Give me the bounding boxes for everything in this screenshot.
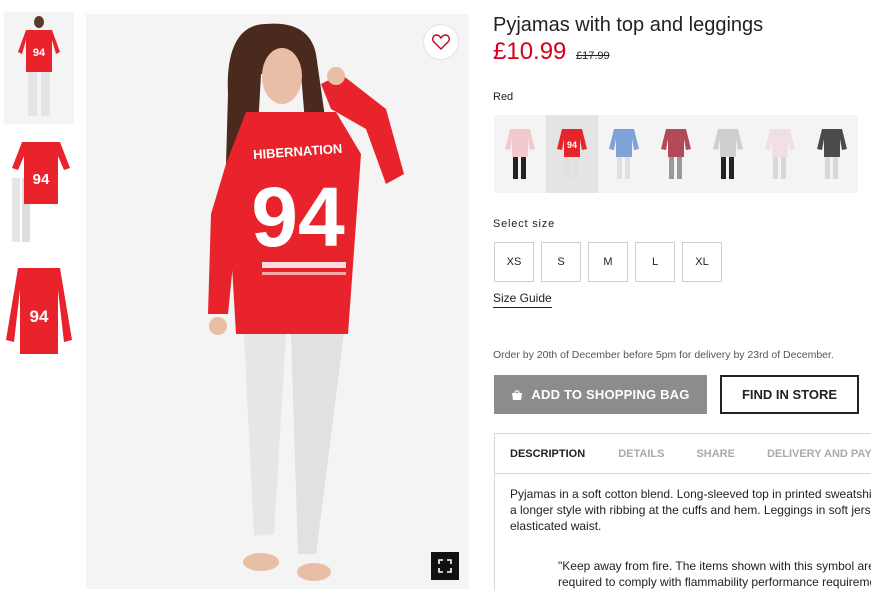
thumbnail-top-only[interactable]: 94 xyxy=(4,264,74,360)
thumb-3-print-number: 94 xyxy=(30,307,49,326)
model-photo: HIBERNATION 94 xyxy=(208,23,404,581)
description-line: elasticated waist. xyxy=(510,519,602,533)
tab-delivery-and-payment[interactable]: DELIVERY AND PAYMENT xyxy=(767,448,871,460)
thumbnail-model-front[interactable]: 94 xyxy=(4,12,74,124)
warning-line: required to comply with flammability per… xyxy=(558,575,871,589)
flammability-warning: "Keep away from fire. The items shown wi… xyxy=(558,558,871,590)
swatch-dark-grey[interactable] xyxy=(806,115,858,193)
description-line: a longer style with ribbing at the cuffs… xyxy=(510,503,871,517)
size-option-xl[interactable]: XL xyxy=(682,242,722,282)
swatch-grey-pattern[interactable] xyxy=(702,115,754,193)
find-in-store-button[interactable]: FIND IN STORE xyxy=(720,375,859,414)
description-line: Pyjamas in a soft cotton blend. Long-sle… xyxy=(510,487,871,501)
original-price: £17.99 xyxy=(576,50,610,62)
product-title: Pyjamas with top and leggings xyxy=(493,14,764,36)
size-option-xs[interactable]: XS xyxy=(494,242,534,282)
swatch-burgundy[interactable] xyxy=(650,115,702,193)
shopping-bag-icon xyxy=(512,389,523,400)
swatch-blue[interactable] xyxy=(598,115,650,193)
swatch-red-print-number: 94 xyxy=(567,140,577,150)
size-option-s[interactable]: S xyxy=(541,242,581,282)
size-option-m[interactable]: M xyxy=(588,242,628,282)
add-to-favourites-button[interactable] xyxy=(423,24,459,60)
product-details: Pyjamas with top and leggings £10.99 £17… xyxy=(493,0,871,591)
tab-share[interactable]: SHARE xyxy=(696,448,735,460)
product-info-tabs: DESCRIPTION DETAILS SHARE DELIVERY AND P… xyxy=(494,433,871,591)
color-swatch-list: 94 xyxy=(494,115,858,193)
tab-description[interactable]: DESCRIPTION xyxy=(510,448,585,460)
selected-color-label: Red xyxy=(493,91,514,103)
add-to-bag-label: ADD TO SHOPPING BAG xyxy=(531,387,690,402)
thumbnail-flat-lay[interactable]: 94 xyxy=(4,138,74,248)
main-product-image[interactable]: HIBERNATION 94 xyxy=(86,14,469,589)
product-description: Pyjamas in a soft cotton blend. Long-sle… xyxy=(510,486,871,534)
tab-details[interactable]: DETAILS xyxy=(618,448,664,460)
add-to-bag-button[interactable]: ADD TO SHOPPING BAG xyxy=(494,375,707,414)
current-price: £10.99 xyxy=(493,38,567,65)
size-option-l[interactable]: L xyxy=(635,242,675,282)
swatch-light-pink[interactable] xyxy=(494,115,546,193)
delivery-note: Order by 20th of December before 5pm for… xyxy=(493,349,834,361)
fullscreen-icon xyxy=(438,559,452,573)
size-guide-link[interactable]: Size Guide xyxy=(493,291,552,308)
swatch-red[interactable]: 94 xyxy=(546,115,598,193)
thumb-2-print-number: 94 xyxy=(33,171,50,188)
warning-line: "Keep away from fire. The items shown wi… xyxy=(558,559,871,573)
heart-icon xyxy=(432,34,450,50)
size-options: XS S M L XL xyxy=(494,242,722,282)
tab-bar: DESCRIPTION DETAILS SHARE DELIVERY AND P… xyxy=(495,434,871,474)
select-size-label: Select size xyxy=(493,218,555,230)
swatch-white-pink[interactable] xyxy=(754,115,806,193)
fullscreen-button[interactable] xyxy=(431,552,459,580)
thumb-1-print-number: 94 xyxy=(33,47,46,59)
print-number: 94 xyxy=(251,170,345,264)
